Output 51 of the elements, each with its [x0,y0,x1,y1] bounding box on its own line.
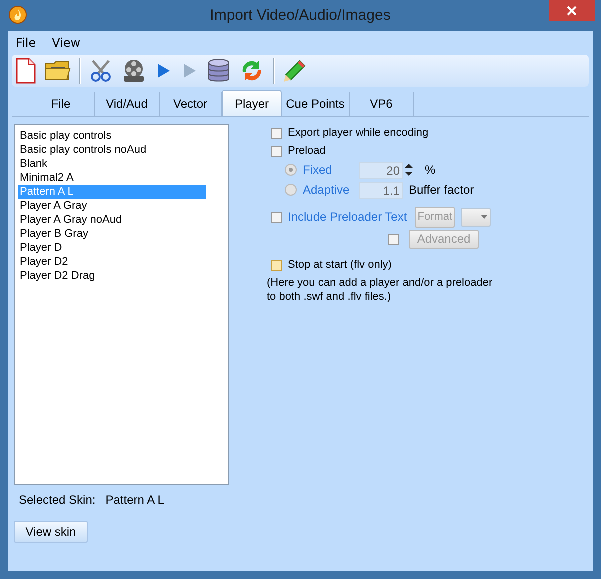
menu-item[interactable]: File [16,36,36,50]
number-field[interactable]: 1.1 [359,182,403,198]
checkbox[interactable] [271,128,282,138]
list-item[interactable]: Basic play controls noAud [18,143,206,157]
number-field[interactable]: 20 [359,162,403,178]
tab[interactable]: Player [222,90,282,116]
checkbox-label: Stop at start (flv only) [288,259,392,271]
unit-label: Buffer factor [409,183,474,197]
scissors-icon[interactable] [89,59,113,83]
close-button[interactable] [549,0,595,21]
checkbox[interactable] [388,234,399,244]
list-item[interactable]: Player D2 [18,255,206,269]
flame-icon [9,6,27,24]
checkbox-label: Export player while encoding [288,127,429,139]
selected-skin-label: Selected Skin: [19,493,96,507]
checkbox-label: Include Preloader Text [288,210,408,224]
film-reel-icon[interactable] [121,59,147,83]
list-item[interactable]: Basic play controls [18,129,206,143]
view-skin-button[interactable]: View skin [14,521,88,543]
list-item[interactable]: Player D [18,241,206,255]
window-title: Import Video/Audio/Images [209,7,392,24]
tab[interactable]: Vid/Aud [95,92,160,116]
dropdown-arrow-icon [481,215,488,219]
radio-label: Fixed [303,163,334,177]
note-text: (Here you can add a player and/or a preloader to both .swf and .flv files.) [267,276,494,304]
radio-label: Adaptive [303,183,351,197]
selected-skin-value: Pattern A L [106,493,164,507]
tab[interactable]: Cue Points [282,92,350,116]
color-dropdown[interactable] [461,208,492,226]
checkbox[interactable] [271,260,282,270]
pencil-icon[interactable] [283,59,307,83]
menu-item[interactable]: View [52,36,81,50]
spinner-arrows-icon[interactable] [403,161,415,179]
list-item[interactable]: Minimal2 A [18,171,206,185]
list-item[interactable]: Player A Gray [18,199,206,213]
radio-button[interactable] [285,164,297,176]
close-icon [567,6,577,16]
folder-icon[interactable] [45,59,71,83]
tab[interactable]: VP6 [350,92,414,116]
list-item[interactable]: Player B Gray [18,227,206,241]
radio-button[interactable] [285,184,297,196]
checkbox[interactable] [271,146,282,156]
unit-label: % [425,163,436,177]
list-item[interactable]: Blank [18,157,206,171]
list-item[interactable]: Player A Gray noAud [18,213,206,227]
checkbox-label: Preload [288,145,326,157]
list-item[interactable]: Player D2 Drag [18,269,206,283]
new-document-icon[interactable] [15,58,37,84]
database-icon[interactable] [207,58,231,84]
checkbox[interactable] [271,212,282,222]
tab[interactable]: File [28,92,95,116]
